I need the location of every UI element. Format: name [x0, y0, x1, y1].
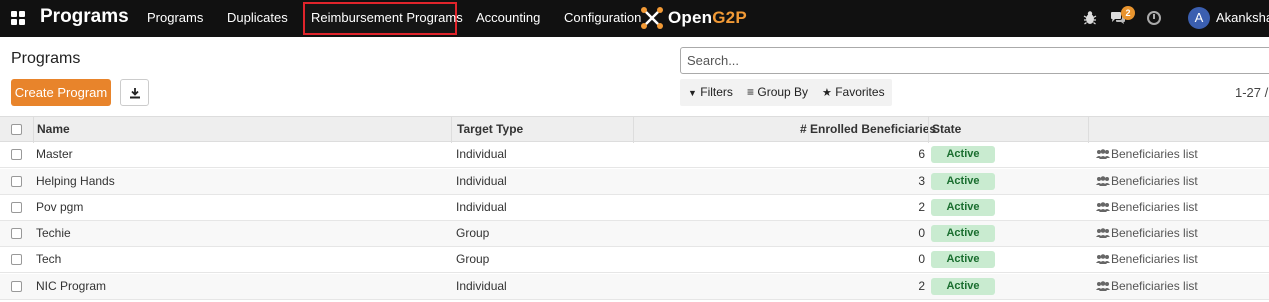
- users-icon: [1096, 201, 1110, 212]
- row-checkbox[interactable]: [11, 149, 22, 160]
- cell-name: NIC Program: [36, 279, 107, 293]
- state-badge: Active: [931, 278, 995, 295]
- beneficiaries-list-link[interactable]: Beneficiaries list: [1096, 226, 1198, 240]
- row-checkbox[interactable]: [11, 202, 22, 213]
- openg2p-logo-icon: [641, 7, 663, 29]
- favorites-button[interactable]: ★ Favorites: [822, 85, 885, 99]
- menu-item-reimbursement-programs[interactable]: Reimbursement Programs: [311, 10, 463, 25]
- users-icon: [1096, 148, 1110, 159]
- cell-target-type: Individual: [456, 279, 507, 293]
- chat-count-badge: 2: [1121, 6, 1135, 20]
- table-row[interactable]: Master Individual 6 Active Beneficiaries…: [0, 142, 1269, 168]
- menu-item-duplicates[interactable]: Duplicates: [227, 10, 288, 25]
- row-checkbox[interactable]: [11, 228, 22, 239]
- table-row[interactable]: Helping Hands Individual 3 Active Benefi…: [0, 169, 1269, 195]
- cell-target-type: Group: [456, 252, 490, 266]
- cell-name: Techie: [36, 226, 71, 240]
- column-header-enrolled-beneficiaries[interactable]: # Enrolled Beneficiaries: [800, 122, 936, 136]
- favorites-label: Favorites: [835, 85, 885, 99]
- table-row[interactable]: Tech Group 0 Active Beneficiaries list: [0, 247, 1269, 273]
- openg2p-logo-text: OpenG2P: [668, 8, 747, 28]
- beneficiaries-link-label: Beneficiaries list: [1111, 226, 1198, 240]
- beneficiaries-link-label: Beneficiaries list: [1111, 174, 1198, 188]
- row-checkbox[interactable]: [11, 176, 22, 187]
- cell-name: Master: [36, 147, 73, 161]
- cell-enrolled: 0: [918, 226, 925, 240]
- activity-clock-icon[interactable]: [1147, 11, 1161, 25]
- state-badge: Active: [931, 251, 995, 268]
- group-by-label: Group By: [757, 85, 809, 99]
- user-avatar[interactable]: A: [1188, 7, 1210, 29]
- column-divider: [1088, 117, 1089, 143]
- state-badge: Active: [931, 199, 995, 216]
- beneficiaries-list-link[interactable]: Beneficiaries list: [1096, 252, 1198, 266]
- cell-enrolled: 2: [918, 200, 925, 214]
- beneficiaries-list-link[interactable]: Beneficiaries list: [1096, 174, 1198, 188]
- beneficiaries-list-link[interactable]: Beneficiaries list: [1096, 147, 1198, 161]
- apps-grid-icon[interactable]: [11, 11, 25, 25]
- users-icon: [1096, 175, 1110, 186]
- column-header-state[interactable]: State: [932, 122, 961, 136]
- filters-label: Filters: [700, 85, 733, 99]
- table-header: Name Target Type # Enrolled Beneficiarie…: [0, 116, 1269, 143]
- beneficiaries-list-link[interactable]: Beneficiaries list: [1096, 279, 1198, 293]
- cell-name: Helping Hands: [36, 174, 115, 188]
- cell-target-type: Group: [456, 226, 490, 240]
- beneficiaries-link-label: Beneficiaries list: [1111, 279, 1198, 293]
- cell-target-type: Individual: [456, 174, 507, 188]
- select-all-checkbox[interactable]: [11, 124, 22, 135]
- star-icon: ★: [822, 87, 832, 99]
- download-button[interactable]: [120, 79, 149, 106]
- cell-name: Tech: [36, 252, 62, 266]
- users-icon: [1096, 280, 1110, 291]
- row-checkbox[interactable]: [11, 281, 22, 292]
- table-row[interactable]: Pov pgm Individual 2 Active Beneficiarie…: [0, 195, 1269, 221]
- users-icon: [1096, 227, 1110, 238]
- pager-value[interactable]: 1-27 /: [1235, 85, 1268, 100]
- state-badge: Active: [931, 146, 995, 163]
- user-name[interactable]: Akanksha: [1216, 10, 1269, 25]
- beneficiaries-link-label: Beneficiaries list: [1111, 252, 1198, 266]
- download-icon: [130, 88, 140, 99]
- logo-text-g2p: G2P: [712, 8, 747, 27]
- state-badge: Active: [931, 225, 995, 242]
- cell-target-type: Individual: [456, 147, 507, 161]
- create-program-button[interactable]: Create Program: [11, 79, 111, 106]
- table-row[interactable]: NIC Program Individual 2 Active Benefici…: [0, 274, 1269, 300]
- menu-item-configuration[interactable]: Configuration: [564, 10, 641, 25]
- column-divider: [633, 117, 634, 143]
- beneficiaries-list-link[interactable]: Beneficiaries list: [1096, 200, 1198, 214]
- search-options-bar: ▼ Filters ≡ Group By ★ Favorites: [680, 79, 892, 106]
- row-checkbox[interactable]: [11, 254, 22, 265]
- beneficiaries-link-label: Beneficiaries list: [1111, 147, 1198, 161]
- column-divider: [451, 117, 452, 143]
- cell-enrolled: 6: [918, 147, 925, 161]
- table-row[interactable]: Techie Group 0 Active Beneficiaries list: [0, 221, 1269, 247]
- bug-icon[interactable]: [1083, 10, 1097, 26]
- beneficiaries-link-label: Beneficiaries list: [1111, 200, 1198, 214]
- users-icon: [1096, 253, 1110, 264]
- cell-name: Pov pgm: [36, 200, 84, 214]
- filters-button[interactable]: ▼ Filters: [688, 85, 733, 99]
- cell-enrolled: 2: [918, 279, 925, 293]
- menu-item-accounting[interactable]: Accounting: [476, 10, 540, 25]
- filter-funnel-icon: ▼: [688, 88, 697, 98]
- state-badge: Active: [931, 173, 995, 190]
- top-navbar: Programs Programs Duplicates Reimburseme…: [0, 0, 1269, 37]
- menu-item-programs[interactable]: Programs: [147, 10, 203, 25]
- cell-target-type: Individual: [456, 200, 507, 214]
- page-title: Programs: [11, 50, 81, 67]
- logo-text-open: Open: [668, 8, 713, 27]
- group-by-button[interactable]: ≡ Group By: [747, 85, 808, 99]
- column-header-name[interactable]: Name: [37, 122, 70, 136]
- app-brand[interactable]: Programs: [40, 6, 129, 28]
- cell-enrolled: 0: [918, 252, 925, 266]
- column-header-target-type[interactable]: Target Type: [457, 122, 523, 136]
- cell-enrolled: 3: [918, 174, 925, 188]
- search-input[interactable]: [680, 47, 1269, 74]
- column-divider: [928, 117, 929, 143]
- column-divider: [33, 117, 34, 143]
- group-by-lines-icon: ≡: [747, 85, 755, 99]
